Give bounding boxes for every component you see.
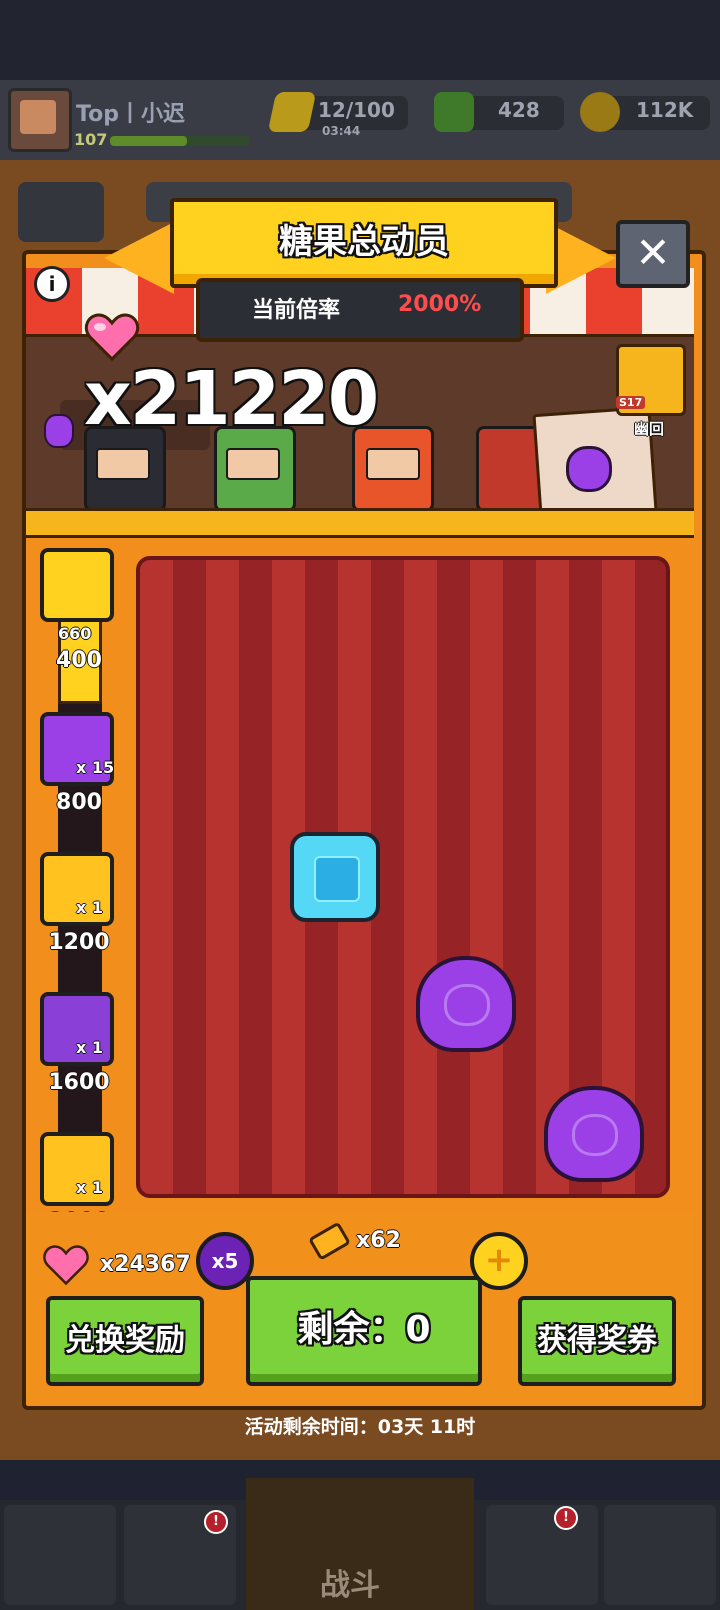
event-title: 糖果总动员 [279, 222, 449, 262]
nav-alert-badge: ! [204, 1510, 228, 1534]
energy-count: 12/100 [318, 98, 395, 122]
avatar-face-icon [20, 100, 56, 134]
gems-count: 428 [498, 98, 540, 122]
banner-left-wing [104, 222, 174, 294]
hero-tier-tag: S17 [616, 396, 646, 409]
rate-value: 2000% [398, 292, 482, 317]
character-face [226, 448, 280, 480]
coins-count: 112K [636, 98, 694, 122]
character-face [96, 448, 150, 480]
energy-timer: 03:44 [322, 124, 361, 138]
reward-quantity: x 1 [76, 898, 104, 917]
heart-icon [43, 1245, 89, 1286]
candy-purple-highlight [572, 1114, 618, 1156]
reward-points: 1600 [48, 1070, 110, 1095]
get-tickets-button[interactable]: 获得奖券 [518, 1296, 676, 1386]
reward-quantity: x 1 [76, 1038, 104, 1057]
event-time-remaining: 活动剩余时间：03天 11时 [244, 1416, 476, 1438]
reward-quantity: x 1 [76, 1178, 104, 1197]
score-multiplier: x21220 [84, 356, 379, 442]
player-level: 107 [74, 130, 108, 149]
nav-evolve-tab[interactable] [604, 1505, 716, 1605]
nav-fight-label: 战斗 [320, 1568, 380, 1603]
gem-icon [434, 92, 474, 132]
sign-candy-icon [566, 446, 612, 492]
nav-talent-tab[interactable] [486, 1505, 598, 1605]
close-button[interactable]: ✕ [616, 220, 690, 288]
candy-blue-inner [314, 856, 360, 902]
ticket-icon [309, 1223, 350, 1260]
heart-count: x24367 [100, 1252, 191, 1277]
nav-alert-badge: ! [554, 1506, 578, 1530]
play-remaining-button[interactable]: 剩余：0 [246, 1276, 482, 1386]
heart-icon [84, 313, 140, 362]
reward-quantity: 660 [58, 624, 92, 643]
xp-bar-fill [110, 136, 187, 146]
shop-counter [26, 508, 694, 538]
ticket-count: x62 [356, 1228, 401, 1253]
candy-purple-highlight [444, 984, 490, 1026]
info-button[interactable]: i [34, 266, 70, 302]
rate-label: 当前倍率 [252, 298, 341, 323]
reward-points: 400 [56, 648, 102, 673]
status-bar [0, 0, 720, 80]
reward-points: 1200 [48, 930, 110, 955]
ticket-reward-icon[interactable] [40, 548, 114, 622]
nav-shop-tab[interactable] [4, 1505, 116, 1605]
reward-quantity: x 15 [76, 758, 115, 777]
character-face [366, 448, 420, 480]
candy-jar-icon [44, 414, 74, 448]
player-name: Top丨小迟 [76, 102, 185, 127]
hero-name: 幽回 [634, 420, 665, 438]
reward-points: 800 [56, 790, 102, 815]
coin-icon [580, 92, 620, 132]
exchange-rewards-button[interactable]: 兑换奖励 [46, 1296, 204, 1386]
menu-button-dimmed [18, 182, 104, 242]
